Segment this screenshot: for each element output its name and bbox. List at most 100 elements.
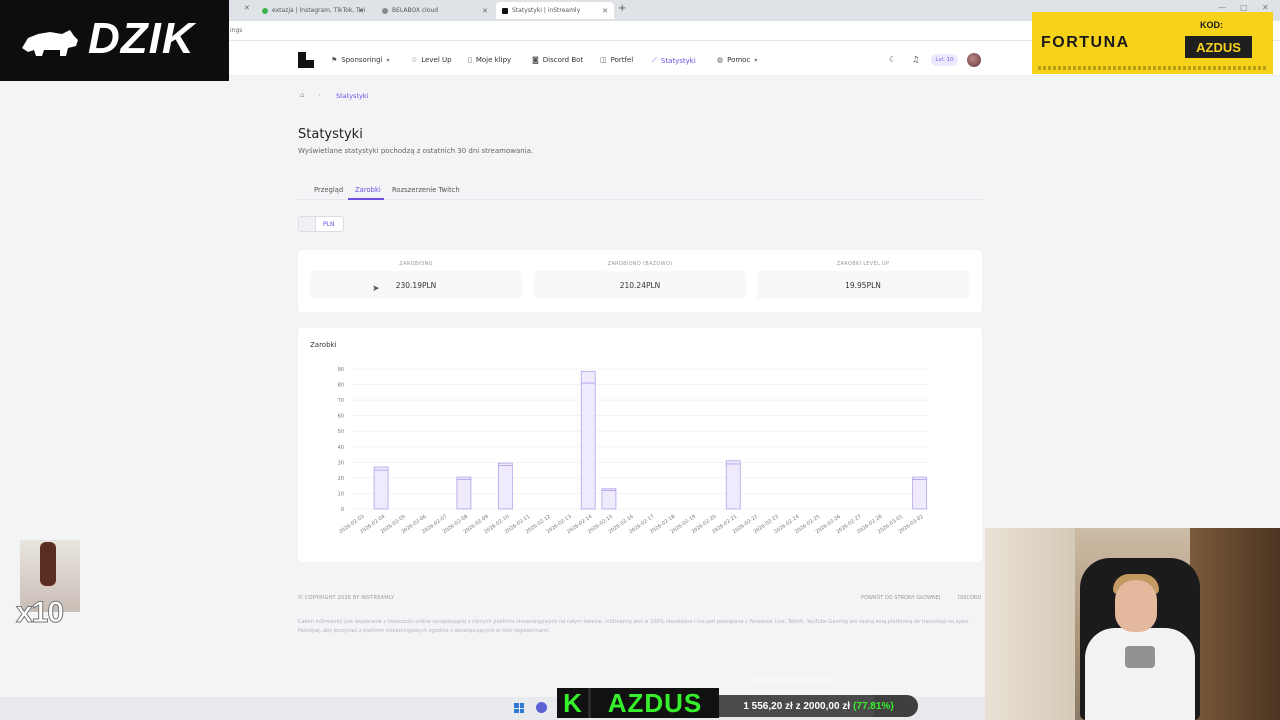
nav-statystyki[interactable]: ⟋ Statystyki [652, 56, 696, 65]
promo-code: AZDUS [607, 687, 703, 718]
y-tick-label: 90 [338, 367, 344, 373]
tab-close-icon[interactable]: ✕ [602, 7, 608, 15]
stat-label: ZAROBIONO (BAZOWO) [607, 261, 673, 267]
maximize-icon[interactable]: ▢ [1240, 3, 1248, 12]
chevron-down-icon: ▾ [386, 56, 390, 64]
nav-label: Pomoc [727, 56, 751, 64]
donation-goal-bar: 1 556,20 zł z 2000,00 zł (77.81%) [719, 695, 918, 717]
bar [601, 489, 617, 510]
earnings-chart-card: Zarobki 0 10 20 30 40 50 60 70 80 90 2026-02-03 202… [298, 328, 982, 562]
tab-rozszerzenie-twitch[interactable]: Rozszerzenie Twitch [392, 186, 460, 194]
nav-label: Level Up [421, 56, 452, 64]
discord-icon: ◙ [532, 56, 539, 64]
browser-tab-active[interactable]: Statystyki | inStreamly ✕ [496, 2, 614, 19]
currency-option-empty[interactable] [299, 217, 316, 231]
y-tick-label: 80 [338, 383, 344, 389]
earnings-summary-card: ZAROBIONO 230.19PLN ZAROBIONO (BAZOWO) 2… [298, 250, 982, 312]
fortuna-code-label: KOD: [1200, 20, 1223, 30]
stats-tabs: Przegląd Zarobki Rozszerzenie Twitch [298, 180, 982, 200]
wallet-icon: ◫ [600, 56, 607, 64]
stat-value: 230.19PLN [395, 281, 437, 290]
fortuna-fine-print [1038, 66, 1268, 70]
new-tab-icon[interactable]: + [618, 3, 626, 14]
nav-discord-bot[interactable]: ◙ Discord Bot [532, 56, 583, 64]
home-icon[interactable]: ⌂ [300, 91, 304, 99]
nav-portfel[interactable]: ◫ Portfel [600, 56, 633, 64]
instreamly-favicon-icon [502, 7, 508, 14]
taskbar-app-icon[interactable] [536, 702, 547, 713]
stat-value: 210.24PLN [619, 281, 661, 290]
bar [373, 469, 389, 510]
bar [912, 476, 928, 480]
windows-start-icon[interactable] [514, 703, 524, 713]
bell-icon[interactable]: ♫ [912, 55, 919, 64]
browser-tab-label: extazja | Instagram, TikTok, Twi [272, 7, 366, 14]
streamer-webcam [985, 528, 1280, 720]
nav-label: Statystyki [660, 56, 696, 65]
nav-label: Discord Bot [542, 56, 584, 64]
y-tick-label: 50 [338, 429, 344, 435]
chevron-right-icon: › [318, 91, 321, 99]
nav-level-up[interactable]: ☆ Level Up [411, 56, 452, 64]
close-window-icon[interactable]: ✕ [1262, 3, 1269, 12]
stat-earned: ZAROBIONO 230.19PLN [310, 259, 522, 299]
footer-back-link[interactable]: POWRÓT DO STRONY GŁÓWNEJ [861, 595, 940, 601]
stat-earned-base: ZAROBIONO (BAZOWO) 210.24PLN [534, 259, 746, 299]
boar-icon [22, 30, 78, 56]
tab-przeglad[interactable]: Przegląd [314, 186, 343, 194]
y-tick-label: 20 [338, 476, 344, 482]
nav-label: Sponsoringi [341, 56, 383, 64]
y-tick-label: 70 [338, 398, 344, 404]
y-tick-label: 30 [338, 460, 344, 466]
bar [601, 488, 617, 491]
tab-zarobki[interactable]: Zarobki [355, 186, 381, 194]
goal-caption: na naprawę sufitu [755, 675, 834, 686]
dzik-logo-overlay: DZIK [0, 0, 229, 81]
mouse-cursor-icon: ➤ [372, 284, 380, 294]
chevron-down-icon: ▾ [754, 56, 758, 64]
nav-pomoc[interactable]: ◍ Pomoc ▾ [717, 56, 757, 64]
favicon-icon [262, 7, 268, 14]
dzik-wordmark: DZIK [88, 14, 195, 63]
page-subtitle: Wyświetlane statystyki pochodzą z ostatn… [298, 147, 534, 155]
y-tick-label: 40 [338, 445, 344, 451]
browser-tab[interactable]: BELABOX cloud ✕ [376, 2, 494, 19]
bar [725, 460, 741, 465]
y-tick-label: 10 [338, 491, 344, 497]
goal-amount: 1 556,20 zł z 2000,00 zł [743, 700, 851, 712]
minimize-icon[interactable]: — [1218, 3, 1226, 12]
goal-text-wrap: 1 556,20 zł z 2000,00 zł (77.81%) [719, 695, 918, 717]
stat-value: 19.95PLN [845, 281, 881, 290]
fortuna-brand: FORTUNA [1041, 34, 1130, 51]
instreamly-logo[interactable] [298, 52, 314, 68]
nav-label: Moje klipy [475, 56, 512, 64]
tab-close-icon[interactable]: ✕ [482, 7, 488, 15]
nav-sponsoringi[interactable]: ⚑ Sponsoringi ▾ [331, 56, 389, 64]
currency-option-pln[interactable]: PLN [323, 221, 334, 228]
address-text: ings [230, 27, 243, 34]
breadcrumb-current: Statystyki [336, 92, 369, 100]
avatar[interactable] [967, 53, 981, 67]
bar [725, 463, 741, 510]
bar [456, 479, 472, 510]
tab-close-icon[interactable]: ✕ [244, 4, 250, 12]
currency-toggle[interactable]: PLN [298, 216, 344, 232]
level-badge[interactable]: Lvl. 10 [931, 54, 958, 66]
footer-disclaimer: Całem inStreamly jest wspieranie z twórc… [298, 619, 970, 634]
browser-tab[interactable]: extazja | Instagram, TikTok, Twi ✕ [256, 2, 370, 19]
browser-tab-label: Statystyki | inStreamly [512, 7, 581, 14]
bar [497, 465, 513, 510]
bar [912, 479, 928, 510]
nav-moje-klipy[interactable]: ▯ Moje klipy [468, 56, 511, 64]
chart-icon: ⟋ [652, 56, 657, 64]
y-tick-label: 0 [341, 507, 344, 513]
bar [497, 462, 513, 466]
fortuna-code: AZDUS [1185, 36, 1252, 58]
tab-close-icon[interactable]: ✕ [358, 7, 364, 15]
goal-percent: (77.81%) [853, 700, 894, 712]
page-title: Statystyki [298, 127, 363, 142]
moon-icon[interactable]: ☾ [889, 55, 896, 64]
browser-tab-label: BELABOX cloud [392, 7, 439, 14]
footer-discord-link[interactable]: DISCORD [958, 595, 981, 601]
bar [580, 382, 596, 510]
